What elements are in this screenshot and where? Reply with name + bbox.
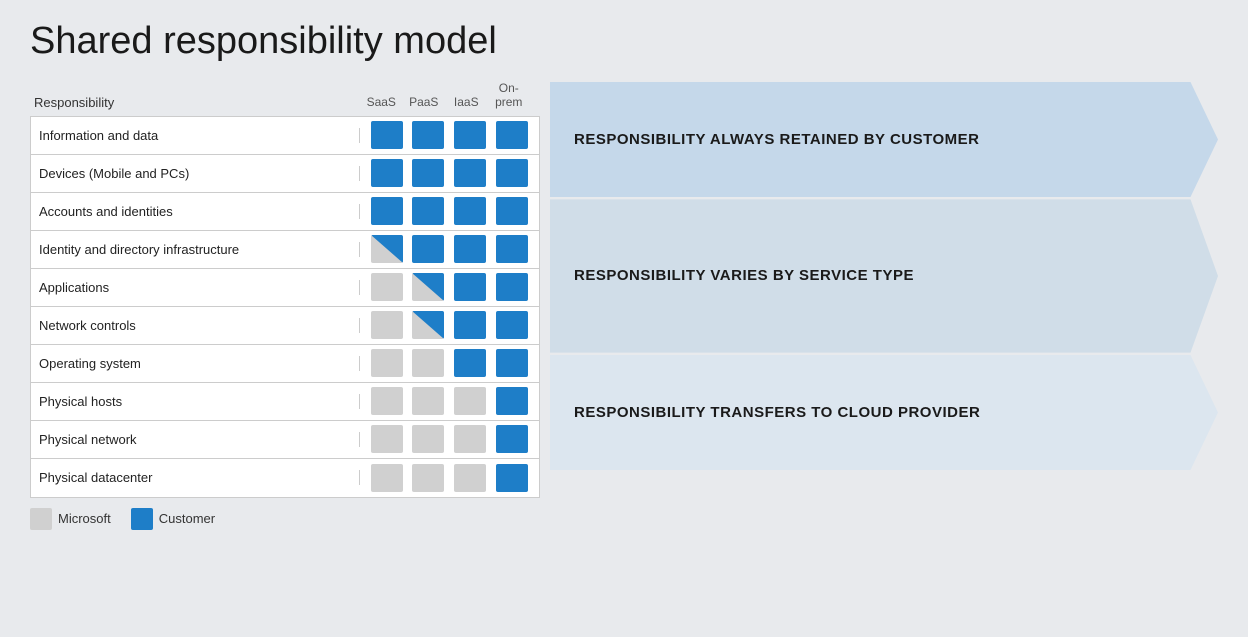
row-label: Applications xyxy=(31,280,360,295)
row-label: Network controls xyxy=(31,318,360,333)
cell-iaas xyxy=(454,121,486,149)
legend-microsoft: Microsoft xyxy=(30,508,111,530)
page-container: Shared responsibility model Responsibili… xyxy=(0,0,1248,637)
table-row: Devices (Mobile and PCs) xyxy=(31,155,539,193)
cell-onprem xyxy=(496,311,528,339)
legend-customer: Customer xyxy=(131,508,215,530)
cell-paas xyxy=(412,273,444,301)
cell-paas xyxy=(412,387,444,415)
arrow-text-1: RESPONSIBILITY VARIES BY SERVICE TYPE xyxy=(550,266,964,286)
cell-saas xyxy=(371,349,403,377)
row-label: Devices (Mobile and PCs) xyxy=(31,166,360,181)
row-label: Operating system xyxy=(31,356,360,371)
cell-paas xyxy=(412,425,444,453)
arrow-block-1: RESPONSIBILITY VARIES BY SERVICE TYPE xyxy=(550,198,1218,354)
cell-paas xyxy=(412,235,444,263)
table-row: Operating system xyxy=(31,345,539,383)
row-cells xyxy=(360,464,539,492)
main-content: Responsibility SaaS PaaS IaaS On-prem In… xyxy=(30,81,1218,530)
arrow-text-2: RESPONSIBILITY TRANSFERS TO CLOUD PROVID… xyxy=(550,403,1030,423)
col-headers: SaaS PaaS IaaS On-prem xyxy=(360,81,530,110)
cell-paas xyxy=(412,464,444,492)
row-cells xyxy=(360,387,539,415)
row-label: Information and data xyxy=(31,128,360,143)
table-rows: Information and data Devices (Mobile and … xyxy=(30,116,540,498)
table-row: Network controls xyxy=(31,307,539,345)
arrows-section: RESPONSIBILITY ALWAYS RETAINED BY CUSTOM… xyxy=(540,81,1218,501)
cell-paas xyxy=(412,159,444,187)
row-label: Identity and directory infrastructure xyxy=(31,242,360,257)
table-row: Accounts and identities xyxy=(31,193,539,231)
table-row: Identity and directory infrastructure xyxy=(31,231,539,269)
row-label: Physical network xyxy=(31,432,360,447)
cell-iaas xyxy=(454,235,486,263)
cell-paas xyxy=(412,197,444,225)
row-cells xyxy=(360,273,539,301)
table-row: Physical hosts xyxy=(31,383,539,421)
col-paas: PaaS xyxy=(405,95,443,109)
cell-paas xyxy=(412,311,444,339)
row-label: Physical datacenter xyxy=(31,470,360,485)
cell-saas xyxy=(371,311,403,339)
col-saas: SaaS xyxy=(362,95,400,109)
cell-paas xyxy=(412,349,444,377)
cell-saas xyxy=(371,121,403,149)
table-row: Information and data xyxy=(31,117,539,155)
row-cells xyxy=(360,235,539,263)
cell-iaas xyxy=(454,159,486,187)
cell-saas xyxy=(371,159,403,187)
cell-onprem xyxy=(496,349,528,377)
cell-saas xyxy=(371,425,403,453)
cell-iaas xyxy=(454,197,486,225)
table-row: Applications xyxy=(31,269,539,307)
row-label: Physical hosts xyxy=(31,394,360,409)
cell-onprem xyxy=(496,197,528,225)
cell-iaas xyxy=(454,349,486,377)
row-cells xyxy=(360,197,539,225)
table-row: Physical network xyxy=(31,421,539,459)
cell-saas xyxy=(371,273,403,301)
customer-color-box xyxy=(131,508,153,530)
cell-onprem xyxy=(496,121,528,149)
cell-iaas xyxy=(454,273,486,301)
cell-paas xyxy=(412,121,444,149)
cell-iaas xyxy=(454,464,486,492)
cell-saas xyxy=(371,235,403,263)
arrow-text-0: RESPONSIBILITY ALWAYS RETAINED BY CUSTOM… xyxy=(550,130,1030,150)
cell-onprem xyxy=(496,273,528,301)
legend: Microsoft Customer xyxy=(30,508,540,530)
col-iaas: IaaS xyxy=(447,95,485,109)
row-cells xyxy=(360,349,539,377)
cell-onprem xyxy=(496,235,528,263)
cell-onprem xyxy=(496,387,528,415)
table-row: Physical datacenter xyxy=(31,459,539,497)
table-header: Responsibility SaaS PaaS IaaS On-prem xyxy=(30,81,540,114)
cell-iaas xyxy=(454,387,486,415)
cell-iaas xyxy=(454,425,486,453)
microsoft-label: Microsoft xyxy=(58,511,111,526)
cell-onprem xyxy=(496,464,528,492)
arrow-block-0: RESPONSIBILITY ALWAYS RETAINED BY CUSTOM… xyxy=(550,81,1218,198)
microsoft-color-box xyxy=(30,508,52,530)
page-title: Shared responsibility model xyxy=(30,20,1218,63)
row-cells xyxy=(360,121,539,149)
cell-onprem xyxy=(496,159,528,187)
cell-onprem xyxy=(496,425,528,453)
arrow-block-2: RESPONSIBILITY TRANSFERS TO CLOUD PROVID… xyxy=(550,354,1218,471)
cell-iaas xyxy=(454,311,486,339)
row-cells xyxy=(360,425,539,453)
customer-label: Customer xyxy=(159,511,215,526)
cell-saas xyxy=(371,464,403,492)
cell-saas xyxy=(371,387,403,415)
row-cells xyxy=(360,159,539,187)
row-label: Accounts and identities xyxy=(31,204,360,219)
col-responsibility: Responsibility xyxy=(30,95,360,110)
cell-saas xyxy=(371,197,403,225)
col-onprem: On-prem xyxy=(490,81,528,110)
row-cells xyxy=(360,311,539,339)
responsibility-table: Responsibility SaaS PaaS IaaS On-prem In… xyxy=(30,81,540,530)
